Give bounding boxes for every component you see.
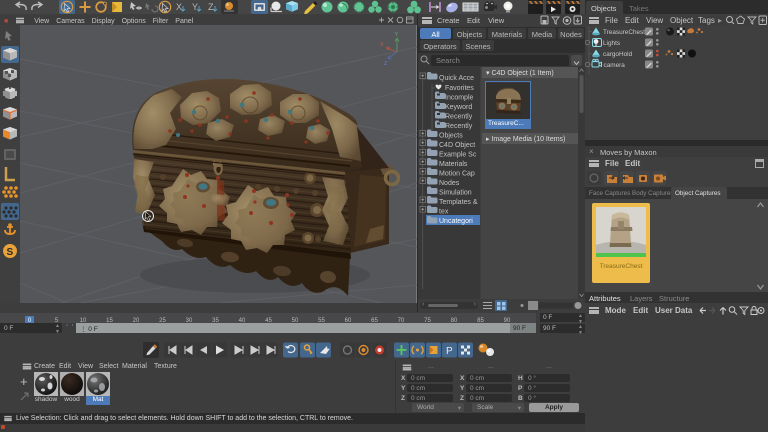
svg-text:Favorites: Favorites [445,85,474,92]
svg-text:Materials: Materials [439,161,468,168]
svg-text:Incomple: Incomple [445,95,474,102]
svg-text:Nodes: Nodes [439,180,460,187]
svg-text:TreasureChest: TreasureChest [603,29,645,36]
svg-text:cargoHold: cargoHold [603,51,633,58]
svg-text:Y: Y [192,2,198,12]
svg-text:S: S [7,247,14,258]
svg-text:Z: Z [208,2,214,12]
svg-text:Objects: Objects [439,133,463,140]
svg-text:Templates &: Templates & [439,199,478,206]
svg-text:Keyword: Keyword [445,104,472,111]
svg-text:X: X [380,42,384,48]
svg-text:X: X [176,2,182,12]
svg-text:C4D Object: C4D Object [439,142,475,149]
svg-text:Quick Acce: Quick Acce [439,75,474,82]
svg-text:Recently: Recently [445,114,473,121]
svg-text:Recently: Recently [445,123,473,130]
svg-text:tex: tex [439,209,449,216]
svg-text:Motion Cap: Motion Cap [439,171,475,178]
svg-text:Y: Y [395,32,399,38]
svg-text:Example Sc: Example Sc [439,152,477,159]
svg-text:P: P [446,346,453,357]
svg-text:Lights: Lights [603,40,620,47]
svg-text:camera: camera [604,62,626,69]
svg-text:Uncategori: Uncategori [439,218,473,225]
svg-text:Simulation: Simulation [439,190,472,197]
svg-text:Z: Z [384,61,388,67]
